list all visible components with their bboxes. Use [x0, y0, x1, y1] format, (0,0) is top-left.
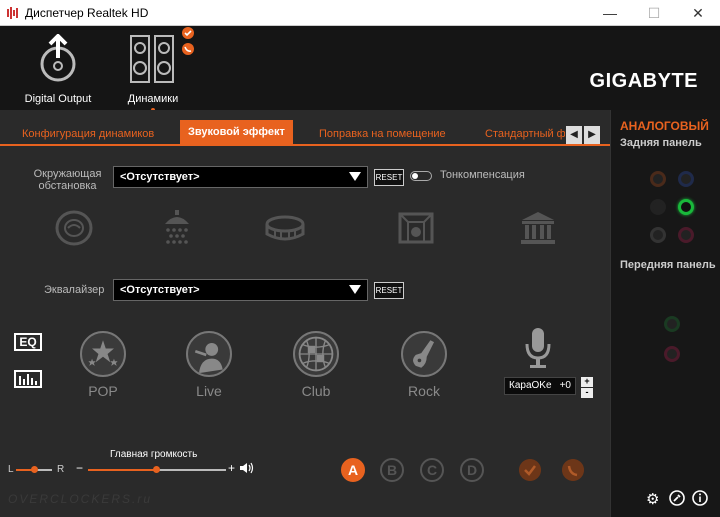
main-volume-knob[interactable] — [153, 466, 160, 473]
equalizer-label: Эквалайзер — [44, 284, 105, 296]
tab-scroll-right[interactable]: ▶ — [584, 126, 600, 144]
phone-badge-icon — [182, 43, 194, 55]
chevron-down-icon — [349, 172, 361, 181]
environment-reset-button[interactable]: RESET — [374, 169, 404, 186]
digital-output-icon — [40, 33, 76, 82]
phone-icon[interactable] — [562, 459, 584, 481]
device-label-speakers: Динамики — [127, 93, 179, 105]
watermark: OVERCLOCKERS.ru — [8, 492, 153, 506]
profile-a-button[interactable]: A — [341, 458, 365, 482]
equalizer-value: <Отсутствует> — [120, 284, 200, 296]
equalizer-bars-icon[interactable] — [14, 370, 42, 388]
speaker-volume-icon[interactable] — [239, 462, 255, 474]
preset-live[interactable]: Live — [174, 331, 244, 399]
device-header: Digital Output Динамики GIGABYTE — [0, 26, 720, 112]
device-speakers[interactable]: Динамики — [118, 34, 188, 112]
device-digital-output[interactable]: Digital Output — [18, 33, 98, 105]
main-panel: Конфигурация динамиков Звуковой эффект П… — [0, 110, 610, 517]
loudness-label: Тонкомпенсация — [440, 169, 525, 181]
stadium-icon[interactable] — [265, 210, 305, 246]
speakers-icon — [130, 35, 174, 83]
rear-panel-label: Задняя панель — [620, 137, 702, 149]
preset-club[interactable]: Club — [281, 331, 351, 399]
tab-room-correction[interactable]: Поправка на помещение — [319, 128, 446, 140]
profile-d-button[interactable]: D — [460, 458, 484, 482]
maximize-button[interactable]: ☐ — [632, 0, 676, 26]
environment-label: Окружающая обстановка — [33, 168, 102, 192]
chevron-down-icon — [349, 285, 361, 294]
rear-jack-blue[interactable] — [678, 171, 694, 187]
environment-value: <Отсутствует> — [120, 171, 200, 183]
rear-jack-green-active[interactable] — [678, 199, 694, 215]
info-icon[interactable] — [692, 490, 708, 506]
room-icon[interactable] — [396, 210, 436, 246]
volume-minus-icon[interactable]: − — [76, 461, 83, 475]
rear-jack-black[interactable] — [650, 199, 666, 215]
karaoke-decrease-button[interactable]: - — [581, 388, 593, 398]
front-jack-green[interactable] — [664, 316, 680, 332]
check-badge-icon — [182, 27, 194, 39]
balance-right-label: R — [57, 464, 65, 475]
disco-ball-icon — [293, 331, 339, 377]
microphone-icon — [525, 328, 551, 368]
connector-panel: АНАЛОГОВЫЙ Задняя панель Передняя панель… — [610, 110, 720, 517]
front-jack-pink[interactable] — [664, 346, 680, 362]
loudness-toggle[interactable] — [410, 171, 432, 181]
preset-rock-label: Rock — [408, 383, 440, 399]
eq-editor-button[interactable]: EQ — [14, 333, 42, 351]
preset-pop[interactable]: POP — [68, 331, 138, 399]
equalizer-select[interactable]: <Отсутствует> — [113, 279, 368, 301]
electric-guitar-icon — [401, 331, 447, 377]
rear-jack-pink[interactable] — [678, 227, 694, 243]
tab-default-format[interactable]: Стандартный фо — [485, 128, 565, 140]
preset-pop-label: POP — [88, 383, 118, 399]
karaoke-label: КараOKe — [509, 380, 552, 391]
karaoke-level: КараOKe +0 — [504, 377, 576, 395]
shower-icon[interactable] — [157, 210, 197, 246]
profile-b-button[interactable]: B — [380, 458, 404, 482]
title-bar: Диспетчер Realtek HD — ☐ ✕ — [0, 0, 720, 26]
tab-speaker-config[interactable]: Конфигурация динамиков — [22, 128, 154, 140]
front-panel-label: Передняя панель — [620, 259, 716, 271]
gigabyte-logo: GIGABYTE — [589, 70, 698, 92]
karaoke-value: +0 — [559, 380, 571, 391]
profile-c-button[interactable]: C — [420, 458, 444, 482]
preset-rock[interactable]: Rock — [389, 331, 459, 399]
preset-live-label: Live — [196, 383, 222, 399]
environment-select[interactable]: <Отсутствует> — [113, 166, 368, 188]
karaoke-increase-button[interactable]: + — [581, 377, 593, 387]
volume-plus-icon[interactable]: + — [228, 461, 235, 475]
equalizer-reset-button[interactable]: RESET — [374, 282, 404, 299]
tab-bar: Конфигурация динамиков Звуковой эффект П… — [0, 120, 610, 146]
main-volume-label: Главная громкость — [110, 449, 198, 460]
close-button[interactable]: ✕ — [676, 0, 720, 26]
minimize-button[interactable]: — — [588, 0, 632, 26]
tab-scroll-left[interactable]: ◀ — [566, 126, 582, 144]
tab-sound-effects[interactable]: Звуковой эффект — [180, 120, 293, 146]
rear-jack-gray[interactable] — [650, 227, 666, 243]
realtek-app-icon — [7, 7, 18, 19]
pop-stars-icon — [80, 331, 126, 377]
rear-jack-orange[interactable] — [650, 171, 666, 187]
balance-left-label: L — [8, 464, 14, 475]
device-label-digital-output: Digital Output — [24, 93, 92, 105]
wrench-icon[interactable] — [669, 490, 685, 506]
analog-title: АНАЛОГОВЫЙ — [620, 119, 709, 133]
balance-knob[interactable] — [31, 466, 38, 473]
preset-club-label: Club — [301, 383, 331, 399]
museum-icon[interactable] — [518, 210, 558, 246]
check-icon[interactable] — [519, 459, 541, 481]
window-title: Диспетчер Realtek HD — [25, 6, 149, 20]
sewer-pipe-icon[interactable] — [54, 210, 94, 246]
settings-gear-icon[interactable]: ⚙ — [646, 490, 659, 508]
live-singer-icon — [186, 331, 232, 377]
main-volume-fill — [88, 469, 157, 471]
